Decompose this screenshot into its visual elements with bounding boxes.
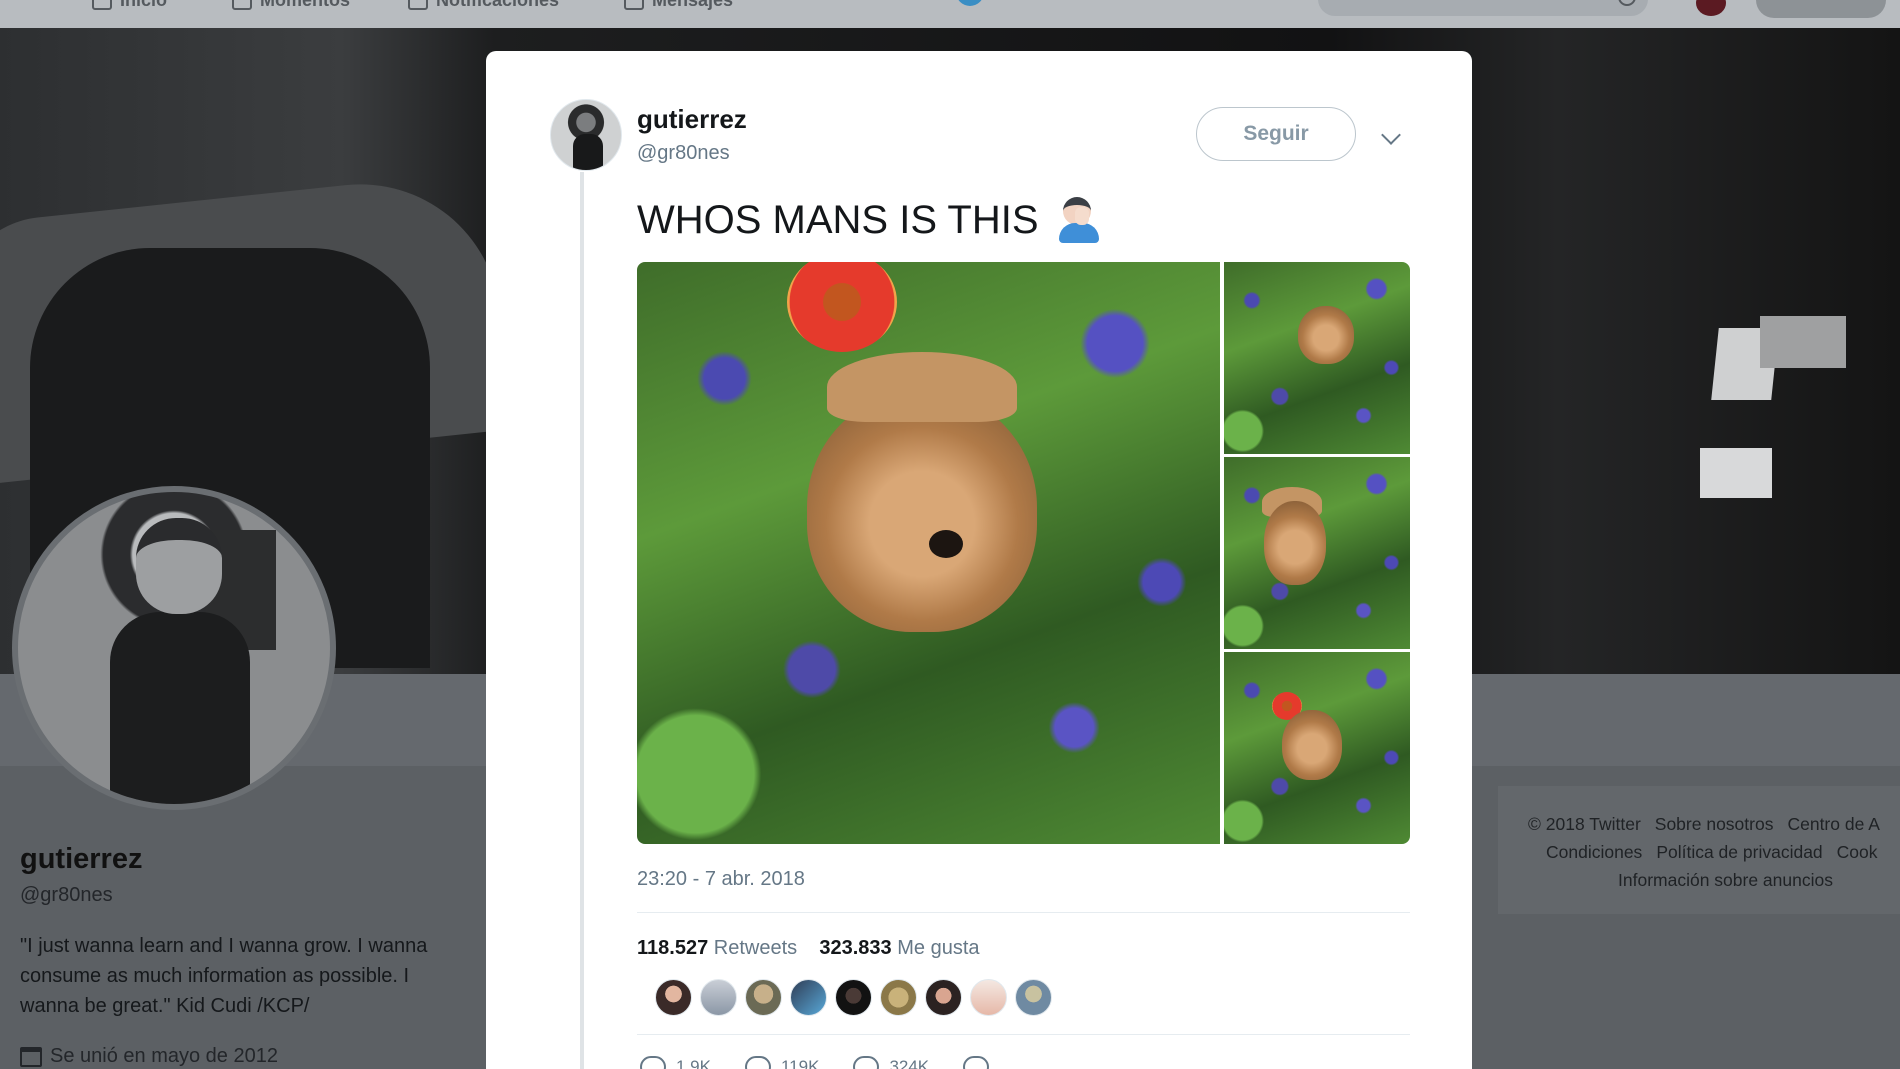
tweet-actions: 1,9K 119K 324K	[640, 1056, 990, 1069]
profile-bio: "I just wanna learn and I wanna grow. I …	[20, 935, 428, 1017]
profile-handle: @gr80nes	[20, 884, 113, 906]
footer-copyright: © 2018 Twitter	[1528, 814, 1641, 834]
tweet-photo-1[interactable]	[637, 262, 1220, 844]
liker-avatar[interactable]	[1015, 979, 1052, 1016]
bell-icon	[408, 0, 428, 10]
retweets-stat[interactable]: 118.527 Retweets	[637, 937, 797, 959]
divider	[637, 912, 1410, 913]
liker-avatar[interactable]	[880, 979, 917, 1016]
follow-button[interactable]: Seguir	[1196, 107, 1356, 161]
nav-notifications[interactable]: Notificaciones	[408, 0, 559, 11]
reply-button[interactable]: 1,9K	[640, 1056, 711, 1069]
liker-avatar[interactable]	[700, 979, 737, 1016]
lightning-icon	[232, 0, 252, 10]
search-input[interactable]	[1318, 0, 1648, 16]
profile-joined: Se unió en mayo de 2012	[20, 1045, 278, 1068]
likes-stat[interactable]: 323.833 Me gusta	[819, 937, 979, 959]
footer-link-privacy[interactable]: Política de privacidad	[1656, 842, 1822, 862]
footer-link-about[interactable]: Sobre nosotros	[1655, 814, 1774, 834]
tweet-media-grid	[637, 262, 1410, 844]
nav-messages[interactable]: Mensajes	[624, 0, 733, 11]
profile-avatar[interactable]	[12, 486, 336, 810]
liker-avatar[interactable]	[655, 979, 692, 1016]
divider	[637, 1034, 1410, 1035]
thread-line	[580, 172, 584, 1069]
dm-button[interactable]	[963, 1056, 990, 1069]
retweet-icon	[744, 1056, 771, 1069]
twitter-bird-icon[interactable]	[956, 0, 984, 6]
tweet-photo-4[interactable]	[1224, 652, 1410, 844]
tweet-author-handle[interactable]: @gr80nes	[637, 142, 730, 165]
liker-avatar[interactable]	[790, 979, 827, 1016]
tweet-author-name[interactable]: gutierrez	[637, 104, 747, 135]
tweet-photo-3[interactable]	[1224, 457, 1410, 649]
footer-link-help[interactable]: Centro de A	[1787, 814, 1879, 834]
liker-avatar[interactable]	[835, 979, 872, 1016]
tweet-text: WHOS MANS IS THIS	[637, 197, 1101, 243]
liker-avatar[interactable]	[925, 979, 962, 1016]
tweet-author-avatar[interactable]	[550, 99, 622, 171]
liker-avatars	[655, 979, 1052, 1016]
calendar-icon	[20, 1046, 42, 1067]
footer-links: © 2018 Twitter Sobre nosotros Centro de A …	[1528, 810, 1900, 894]
tweet-button[interactable]	[1756, 0, 1886, 18]
dm-icon	[963, 1056, 990, 1069]
like-button[interactable]: 324K	[853, 1056, 929, 1069]
footer-link-cookies[interactable]: Cook	[1837, 842, 1878, 862]
nav-home[interactable]: Inicio	[92, 0, 167, 11]
heart-icon	[853, 1056, 880, 1069]
liker-avatar[interactable]	[745, 979, 782, 1016]
footer-link-terms[interactable]: Condiciones	[1546, 842, 1642, 862]
reply-icon	[640, 1056, 666, 1069]
footer-link-ads-info[interactable]: Información sobre anuncios	[1618, 870, 1833, 890]
facepalm-emoji-icon	[1057, 197, 1101, 243]
tweet-timestamp: 23:20 - 7 abr. 2018	[637, 868, 805, 890]
tweet-stats: 118.527 Retweets 323.833 Me gusta	[637, 937, 980, 960]
top-nav: Inicio Momentos Notificaciones Mensajes	[0, 0, 1900, 28]
tweet-photo-2[interactable]	[1224, 262, 1410, 454]
profile-name[interactable]: gutierrez	[20, 843, 142, 876]
account-avatar[interactable]	[1696, 0, 1726, 16]
retweet-button[interactable]: 119K	[744, 1056, 819, 1069]
home-icon	[92, 0, 112, 10]
liker-avatar[interactable]	[970, 979, 1007, 1016]
nav-moments[interactable]: Momentos	[232, 0, 350, 11]
envelope-icon	[624, 0, 644, 10]
